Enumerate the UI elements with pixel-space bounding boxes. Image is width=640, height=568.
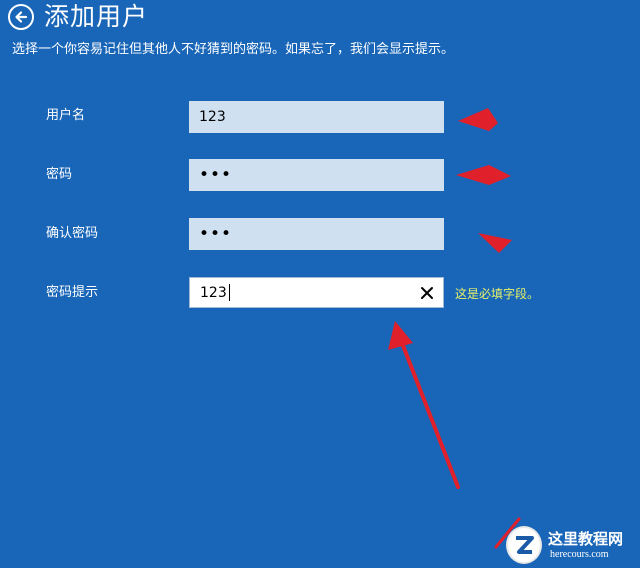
- watermark-name: 这里教程网: [548, 530, 624, 548]
- username-field[interactable]: 123: [189, 101, 444, 133]
- watermark: 这里教程网 herecours.com: [498, 524, 640, 568]
- confirm-password-field[interactable]: •••: [189, 218, 444, 250]
- password-hint-value: 123: [200, 284, 227, 301]
- close-icon: [421, 287, 433, 299]
- watermark-url: herecours.com: [550, 549, 609, 560]
- watermark-logo: [506, 526, 542, 564]
- confirm-password-value: •••: [199, 223, 233, 244]
- back-button[interactable]: [8, 4, 34, 30]
- annotation-arrow-confirm: [478, 233, 512, 253]
- back-arrow-icon: [15, 11, 28, 23]
- confirm-password-label: 确认密码: [46, 226, 99, 241]
- password-hint-field[interactable]: 123: [189, 277, 444, 308]
- annotation-arrow-password: [456, 165, 511, 185]
- page-subtitle: 选择一个你容易记住但其他人不好猜到的密码。如果忘了，我们会显示提示。: [12, 42, 455, 57]
- password-label: 密码: [46, 167, 73, 182]
- password-field[interactable]: •••: [189, 159, 444, 191]
- annotation-arrow-username: [458, 108, 498, 131]
- page-title: 添加用户: [44, 2, 149, 31]
- password-hint-label: 密码提示: [46, 285, 99, 300]
- text-cursor: [228, 284, 230, 301]
- annotation-arrow-hint: [388, 321, 413, 350]
- password-value: •••: [199, 164, 233, 185]
- required-field-message: 这是必填字段。: [455, 287, 540, 301]
- clear-button[interactable]: [417, 283, 437, 303]
- username-label: 用户名: [46, 108, 86, 123]
- annotation-arrow-hint-shaft: [400, 341, 460, 489]
- z-logo-icon: [516, 536, 534, 554]
- username-value: 123: [199, 109, 226, 125]
